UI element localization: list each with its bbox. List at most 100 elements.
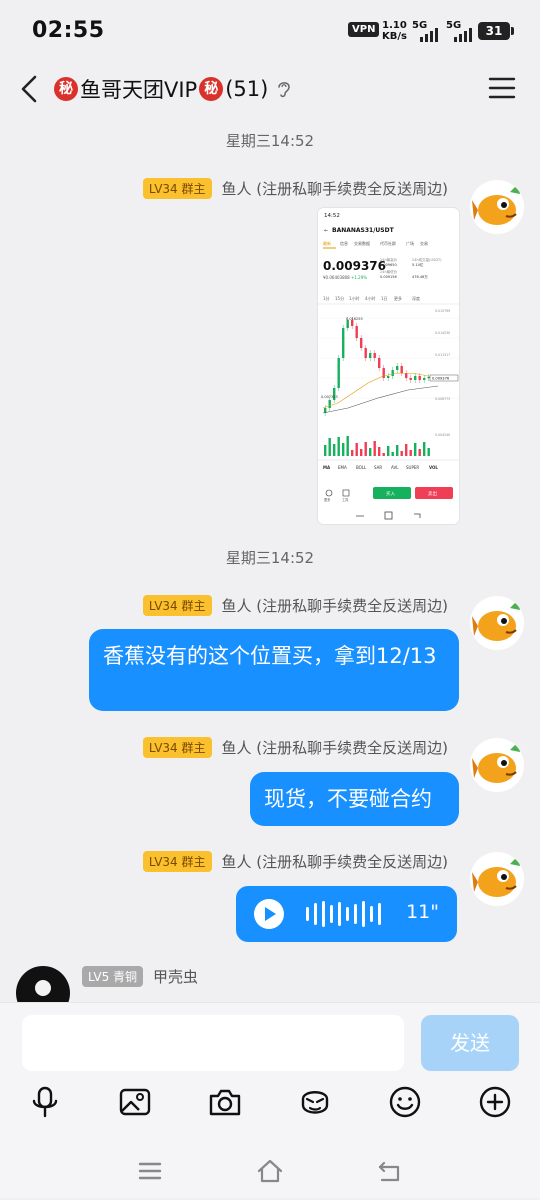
timestamp: 星期三14:52 <box>225 132 315 150</box>
shot-peak-label: 0.016255 <box>346 317 363 321</box>
volume-bar <box>373 441 376 456</box>
volume-bar <box>400 451 403 456</box>
microphone-icon[interactable] <box>28 1085 62 1119</box>
shot-high-val: 0.009650 <box>380 263 397 267</box>
shot-range: 15分 <box>335 295 344 301</box>
shot-low-label: 24h最低价 <box>380 269 398 274</box>
shot-axis-label: 0.004240 <box>435 433 450 437</box>
vpn-indicator: VPN <box>348 22 380 37</box>
network-speed: 1.10 KB/s <box>382 20 407 42</box>
candle-body <box>409 378 412 380</box>
fish-avatar-icon <box>470 852 524 906</box>
signal-icon-1: 5G <box>412 20 442 42</box>
battery-icon: 31 <box>478 22 514 40</box>
shot-axis-label: 0.015799 <box>435 309 450 313</box>
shot-tab: 广场 <box>406 240 414 246</box>
volume-bar <box>351 450 354 456</box>
signal-icon-2: 5G <box>446 20 476 42</box>
fish-avatar-icon <box>470 738 524 792</box>
volume-bar <box>396 445 399 456</box>
avatar[interactable] <box>470 180 524 234</box>
send-button[interactable]: 发送 <box>421 1015 519 1071</box>
level-badge: LV34 群主 <box>142 595 212 616</box>
shot-indicator: EMA <box>338 465 347 470</box>
shot-tab: 交易数据 <box>354 240 370 246</box>
shot-low-mark: 0.007353 <box>321 395 338 399</box>
sender-meta: LV5 青铜 甲壳虫 <box>82 966 198 987</box>
volume-bar <box>405 444 408 456</box>
fish-avatar-icon <box>470 180 524 234</box>
shot-vol-label: 24h成交量(USDT) <box>412 257 442 262</box>
recents-nav-icon[interactable] <box>136 1157 164 1185</box>
shot-tab: 信息 <box>340 240 348 246</box>
volume-bar <box>342 443 345 456</box>
chat-header: 秘 鱼哥天团VIP 秘 (51) <box>0 64 540 114</box>
shot-range: 1小时 <box>349 295 360 301</box>
volume-bar <box>324 445 327 456</box>
candle-body <box>360 338 363 348</box>
candle-body <box>342 328 345 358</box>
svg-text:←: ← <box>324 228 328 234</box>
volume-bar <box>346 436 349 456</box>
composer: 发送 <box>0 1002 540 1198</box>
candle-body <box>382 368 385 378</box>
secret-badge-icon: 秘 <box>199 77 224 101</box>
shot-indicator: MA <box>323 465 331 470</box>
volume-bar <box>387 446 390 456</box>
status-bar: 02:55 VPN 1.10 KB/s 5G 5G 31 <box>0 0 540 60</box>
level-badge: LV5 青铜 <box>82 966 144 987</box>
shot-tab: 最新 <box>323 240 331 246</box>
sticker-icon[interactable] <box>298 1085 332 1119</box>
fish-avatar-icon <box>470 596 524 650</box>
shot-range: 深度 <box>412 295 420 301</box>
message-bubble[interactable]: 香蕉没有的这个位置买，拿到12/13 <box>89 629 459 711</box>
sender-name: 鱼人 (注册私聊手续费全反送周边) <box>221 853 448 871</box>
camera-icon[interactable] <box>208 1085 242 1119</box>
shot-foot: 更多 <box>324 497 330 502</box>
avatar[interactable] <box>470 852 524 906</box>
shot-last-label: 0.009376 <box>432 377 450 381</box>
voice-duration: 11" <box>406 901 439 923</box>
menu-icon[interactable] <box>488 76 516 100</box>
group-title[interactable]: 秘 鱼哥天团VIP 秘 (51) <box>52 74 292 104</box>
shot-range: 4小时 <box>365 295 376 301</box>
chart-screenshot-image[interactable]: 14:52 ← BANANAS31/USDT 最新 信息 交易数据 代币社群 广… <box>318 208 459 524</box>
shot-tab: 交易 <box>420 240 428 246</box>
candle-body <box>414 376 417 380</box>
volume-bar <box>409 450 412 456</box>
candle-body <box>369 353 372 358</box>
timestamp: 星期三14:52 <box>225 549 315 567</box>
shot-sub-price: ¥0.06403808 <box>323 275 350 280</box>
sender-meta: LV34 群主 鱼人 (注册私聊手续费全反送周边) <box>142 851 448 872</box>
shot-indicator: AVL <box>391 465 399 470</box>
message-input[interactable] <box>22 1015 404 1071</box>
candle-body <box>364 348 367 358</box>
avatar[interactable] <box>470 738 524 792</box>
trading-app-screenshot: 14:52 ← BANANAS31/USDT 最新 信息 交易数据 代币社群 广… <box>318 208 459 524</box>
group-name: 鱼哥天团VIP <box>80 78 198 102</box>
sender-meta: LV34 群主 鱼人 (注册私聊手续费全反送周边) <box>142 595 448 616</box>
avatar[interactable] <box>470 596 524 650</box>
voice-message[interactable]: 11" <box>236 886 457 942</box>
back-nav-icon[interactable] <box>376 1157 404 1185</box>
message-bubble[interactable]: 现货，不要碰合约 <box>250 772 459 826</box>
shot-axis-label: 0.006773 <box>435 397 450 401</box>
play-icon[interactable] <box>254 899 284 929</box>
shot-low-val: 0.009156 <box>380 275 397 279</box>
candle-body <box>391 370 394 376</box>
candle-body <box>355 326 358 338</box>
sender-name: 鱼人 (注册私聊手续费全反送周边) <box>221 739 448 757</box>
shot-range: 1日 <box>381 296 388 301</box>
home-nav-icon[interactable] <box>256 1157 284 1185</box>
candle-body <box>427 377 430 379</box>
plus-icon[interactable] <box>478 1085 512 1119</box>
back-arrow-icon[interactable] <box>18 74 42 104</box>
member-count: (51) <box>225 77 269 101</box>
volume-bar <box>418 449 421 456</box>
level-badge: LV34 群主 <box>142 178 212 199</box>
secret-badge-icon: 秘 <box>54 77 78 101</box>
shot-tab: 代币社群 <box>380 240 396 246</box>
emoji-icon[interactable] <box>388 1085 422 1119</box>
ear-icon[interactable] <box>276 79 292 99</box>
image-icon[interactable] <box>118 1085 152 1119</box>
